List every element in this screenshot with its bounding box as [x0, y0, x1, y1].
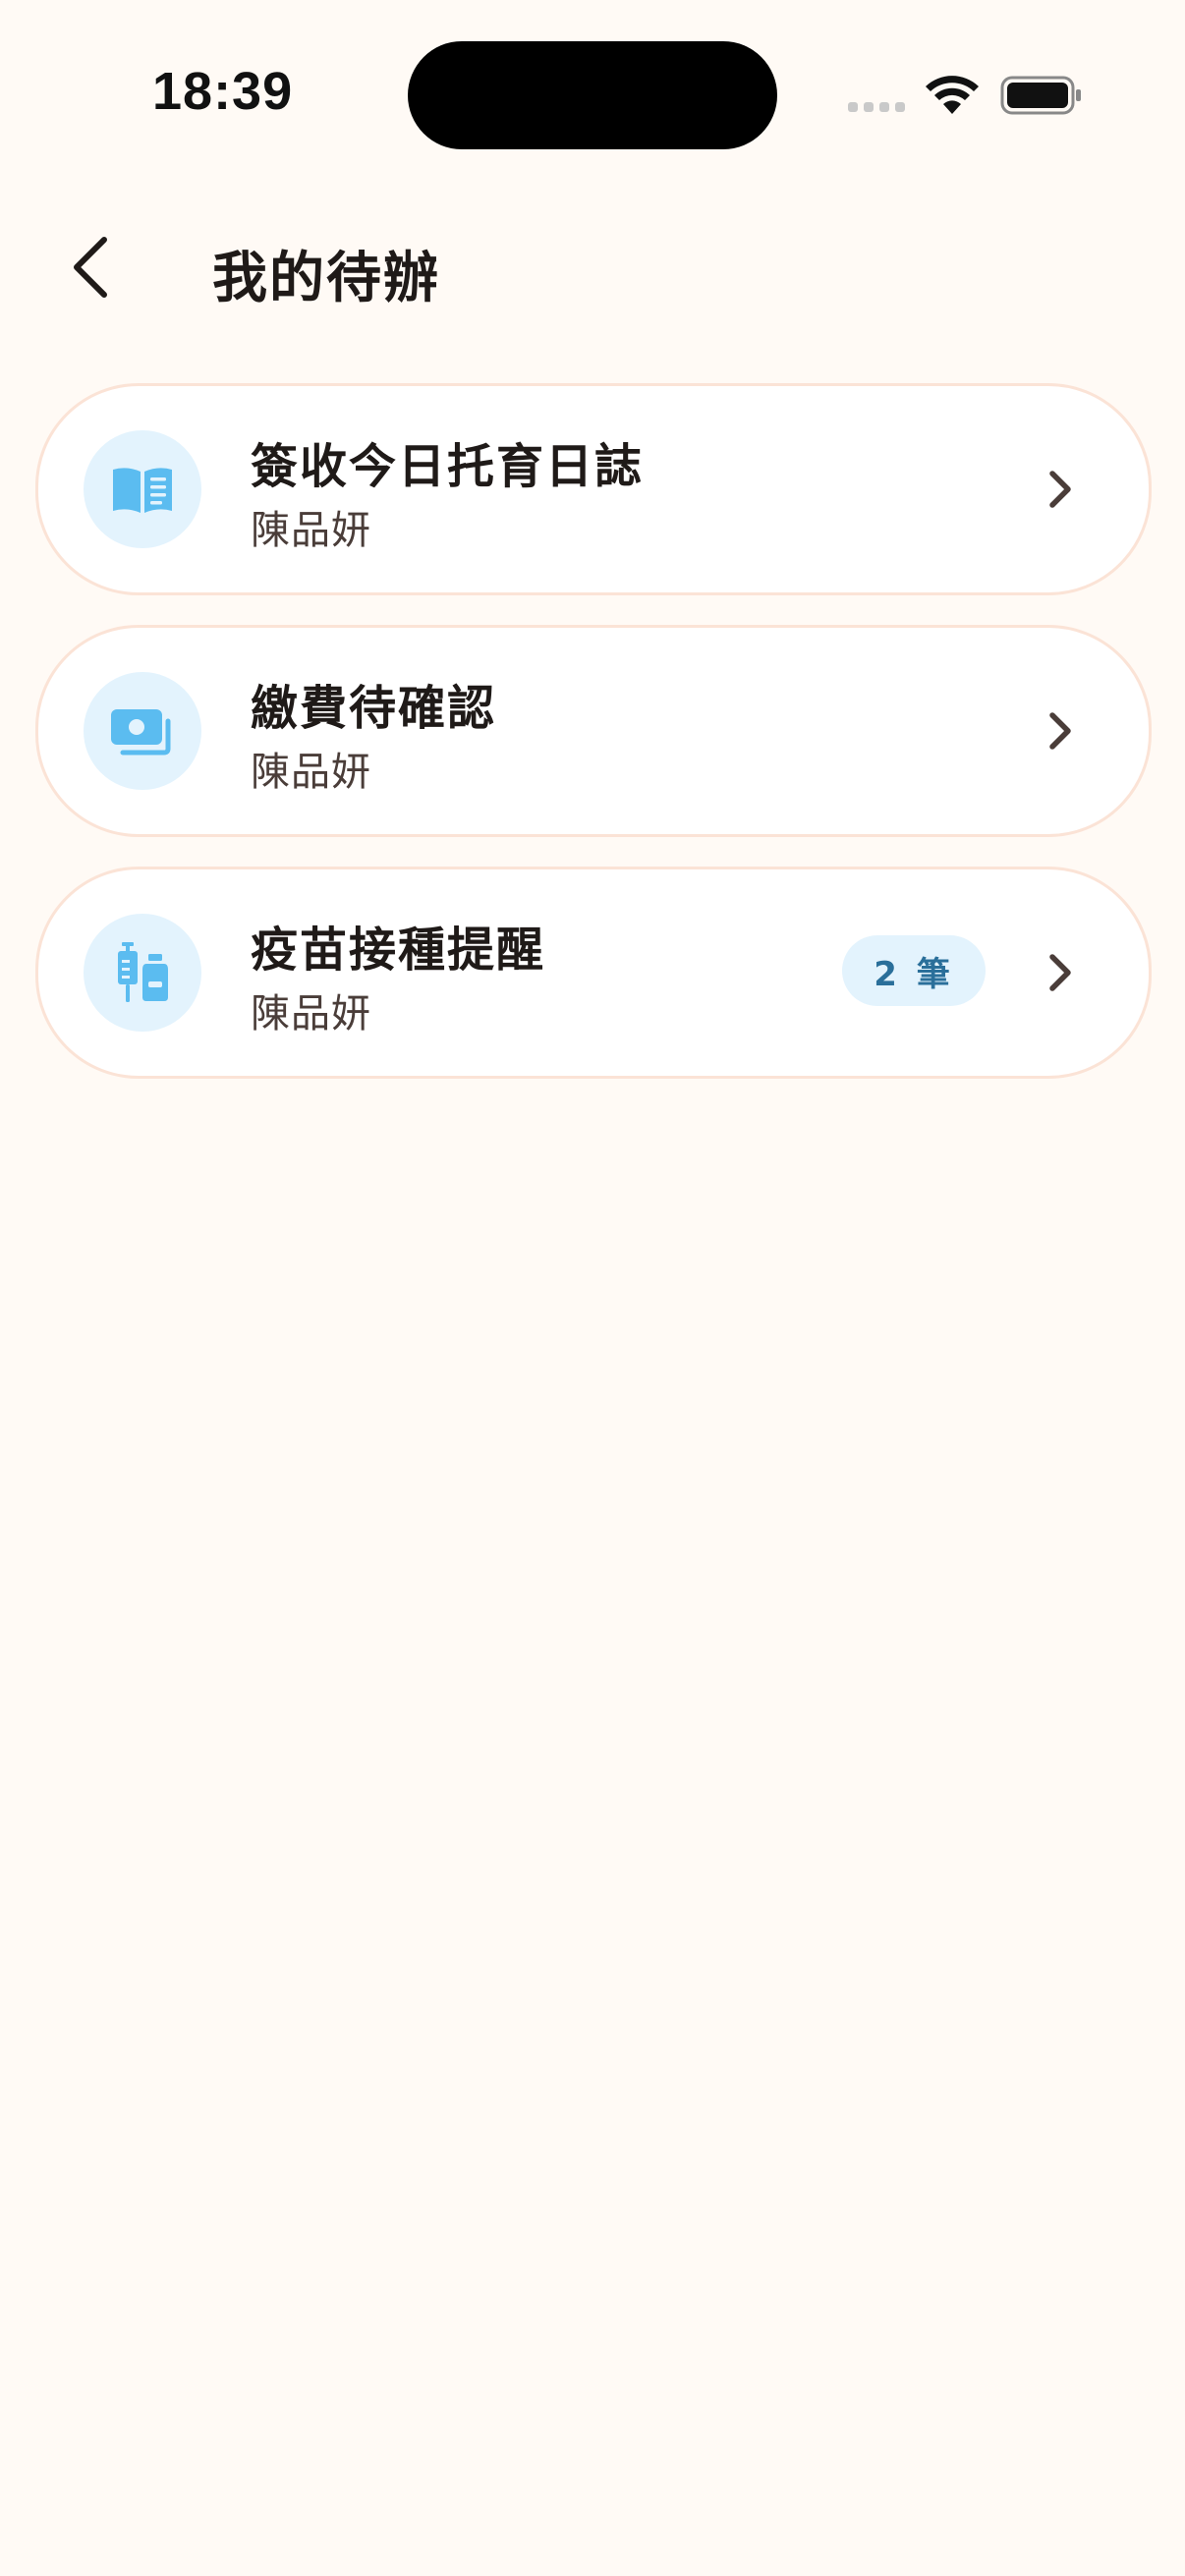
status-time: 18:39	[152, 62, 294, 121]
page-title: 我的待辦	[212, 247, 440, 310]
status-bar: 18:39	[0, 0, 1185, 196]
header: 我的待辦	[0, 216, 1185, 314]
chevron-right-icon	[1031, 460, 1090, 519]
task-title: 簽收今日托育日誌	[251, 439, 645, 494]
money-icon	[111, 709, 171, 756]
task-icon-circle	[84, 430, 201, 548]
chevron-right-icon	[1031, 943, 1090, 1002]
chevron-left-icon	[74, 237, 107, 298]
task-card-vaccine-reminder[interactable]: 疫苗接種提醒 陳品妍 2 筆	[35, 867, 1152, 1079]
task-list: 簽收今日托育日誌 陳品妍 繳費待確認 陳品妍 疫苗接種提醒 陳品妍 2 筆	[35, 383, 1152, 1108]
count-badge: 2 筆	[842, 935, 986, 1006]
task-card-payment-confirm[interactable]: 繳費待確認 陳品妍	[35, 625, 1152, 837]
book-icon	[113, 468, 172, 513]
back-button[interactable]	[51, 228, 130, 307]
task-card-sign-daily-log[interactable]: 簽收今日托育日誌 陳品妍	[35, 383, 1152, 595]
task-child-name: 陳品妍	[251, 991, 371, 1036]
vaccine-icon	[118, 942, 168, 1002]
cellular-signal-icon	[848, 102, 907, 116]
task-icon-circle	[84, 914, 201, 1032]
chevron-right-icon	[1031, 701, 1090, 760]
battery-icon	[1000, 76, 1081, 115]
task-title: 繳費待確認	[251, 681, 497, 736]
task-child-name: 陳品妍	[251, 750, 371, 795]
task-icon-circle	[84, 672, 201, 790]
dynamic-island	[408, 41, 777, 149]
wifi-icon	[926, 76, 979, 114]
task-child-name: 陳品妍	[251, 508, 371, 553]
task-title: 疫苗接種提醒	[251, 923, 546, 978]
